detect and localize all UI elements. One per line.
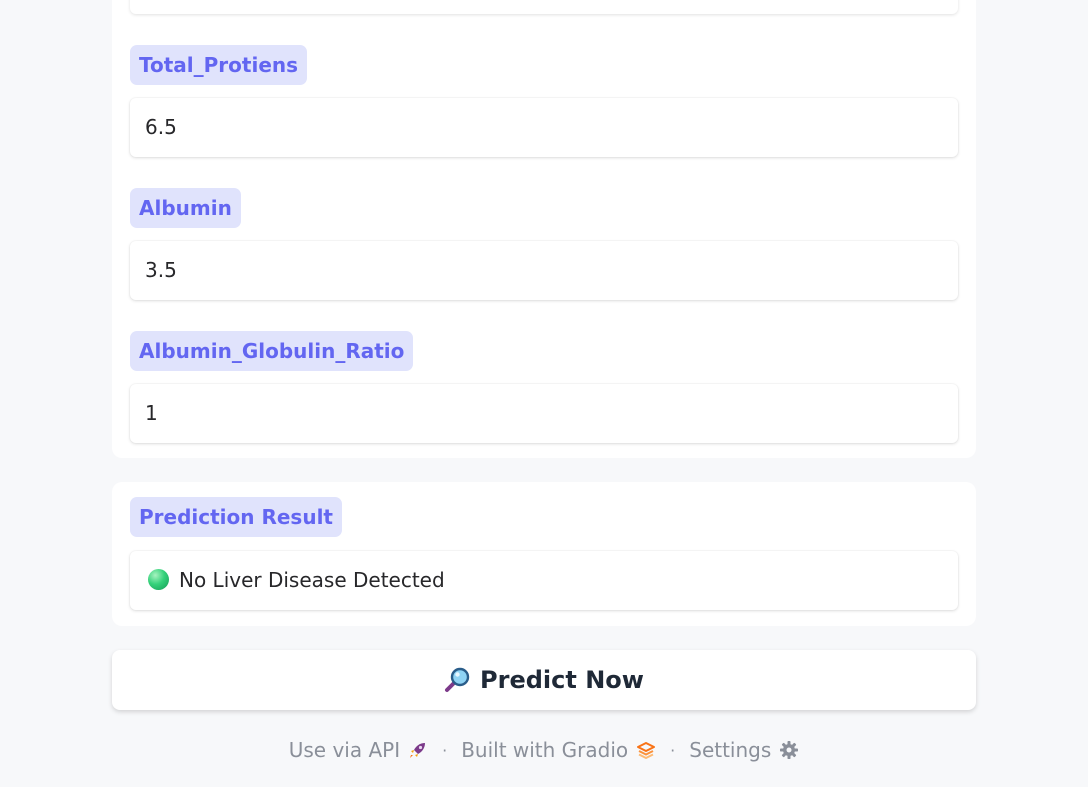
green-circle-icon	[148, 569, 169, 590]
settings-link[interactable]: Settings	[689, 738, 799, 762]
use-via-api-label: Use via API	[288, 738, 401, 762]
result-value: No Liver Disease Detected	[179, 568, 445, 592]
field-label-albumin-globulin-ratio: Albumin_Globulin_Ratio	[130, 331, 414, 371]
result-label: Prediction Result	[130, 497, 342, 537]
input-panel: Total_Protiens 6.5 Albumin 3.5 Albumin_G…	[112, 0, 976, 458]
result-panel: Prediction Result No Liver Disease Detec…	[112, 482, 976, 626]
field-input-albumin-globulin-ratio[interactable]: 1	[130, 384, 958, 443]
built-with-gradio-link[interactable]: Built with Gradio	[461, 738, 656, 762]
gear-icon	[780, 741, 799, 759]
previous-field-textbox[interactable]	[130, 0, 958, 14]
footer: Use via API · Built with Gradio · Settin…	[0, 734, 1088, 766]
predict-now-label: Predict Now	[480, 666, 644, 694]
predict-now-button[interactable]: Predict Now	[112, 650, 976, 710]
settings-label: Settings	[689, 738, 772, 762]
result-output[interactable]: No Liver Disease Detected	[130, 551, 958, 610]
footer-separator: ·	[670, 740, 676, 760]
use-via-api-link[interactable]: Use via API	[289, 738, 428, 762]
field-input-albumin[interactable]: 3.5	[130, 241, 958, 300]
field-label-albumin: Albumin	[130, 188, 241, 228]
footer-separator: ·	[442, 740, 448, 760]
field-label-total-protiens: Total_Protiens	[130, 45, 308, 85]
magnifying-glass-icon	[445, 667, 470, 692]
field-input-total-protiens[interactable]: 6.5	[130, 98, 958, 157]
built-with-gradio-label: Built with Gradio	[461, 738, 629, 762]
gradio-logo-icon	[637, 742, 656, 759]
rocket-icon	[410, 743, 426, 758]
